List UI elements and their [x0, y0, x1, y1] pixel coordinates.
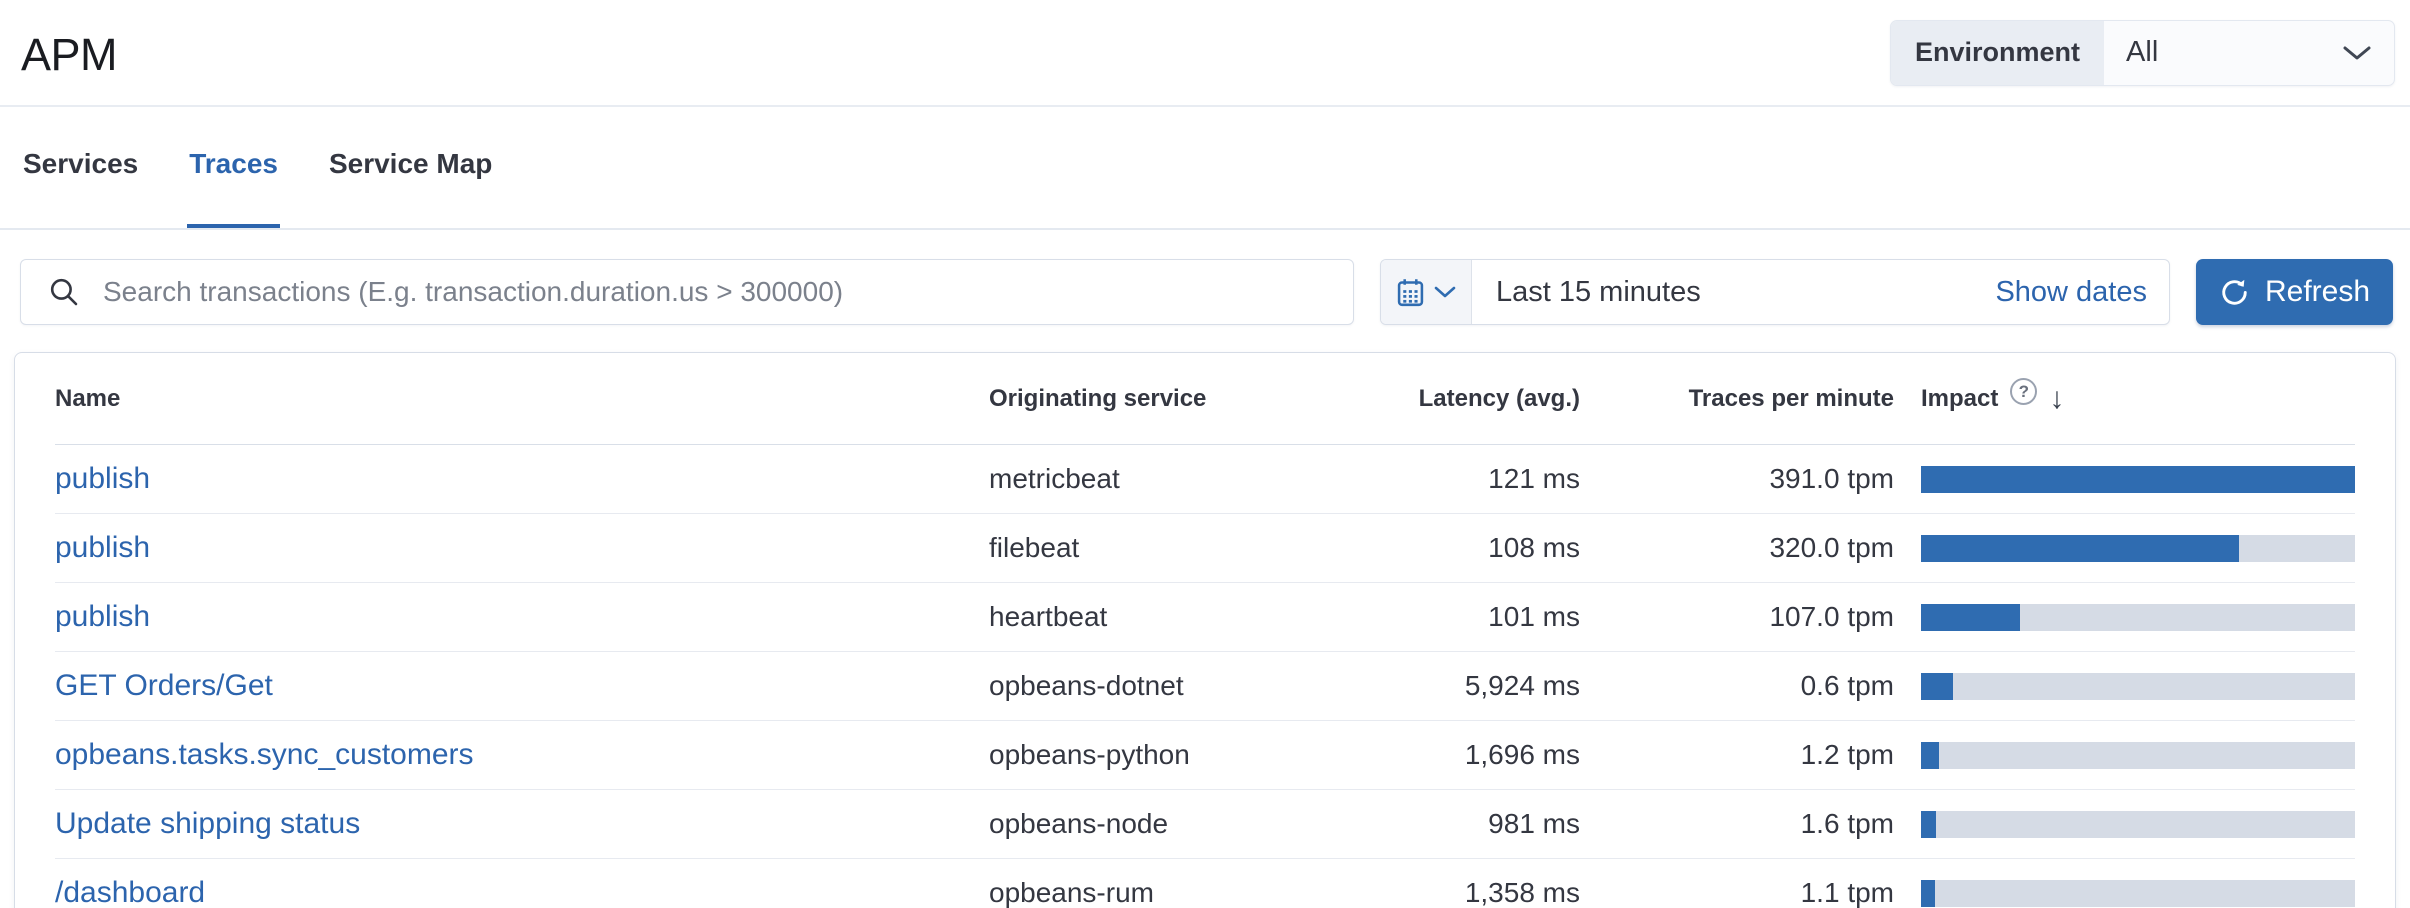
impact-cell — [1894, 535, 2355, 562]
column-header-name: Name — [55, 385, 989, 413]
tpm-cell: 1.2 tpm — [1580, 739, 1894, 771]
table-header: Name Originating service Latency (avg.) … — [55, 353, 2355, 445]
refresh-button-label: Refresh — [2265, 275, 2370, 309]
table-row: /dashboard opbeans-rum 1,358 ms 1.1 tpm — [55, 859, 2355, 908]
table-row: publish heartbeat 101 ms 107.0 tpm — [55, 583, 2355, 652]
column-header-impact[interactable]: Impact ? ↓ — [1894, 384, 2355, 414]
transaction-link[interactable]: /dashboard — [55, 876, 205, 908]
tpm-cell: 1.6 tpm — [1580, 808, 1894, 840]
originating-service-cell: filebeat — [989, 532, 1281, 564]
originating-service-cell: heartbeat — [989, 601, 1281, 633]
latency-cell: 5,924 ms — [1281, 670, 1580, 702]
tab-service-map[interactable]: Service Map — [327, 143, 494, 228]
time-range-picker: Last 15 minutes Show dates — [1380, 259, 2170, 325]
latency-cell: 981 ms — [1281, 808, 1580, 840]
impact-bar-track — [1921, 811, 2355, 838]
chevron-down-icon — [1434, 285, 1456, 299]
tab-traces[interactable]: Traces — [187, 143, 280, 228]
impact-bar-fill — [1921, 535, 2239, 562]
latency-cell: 108 ms — [1281, 532, 1580, 564]
originating-service-cell: opbeans-dotnet — [989, 670, 1281, 702]
originating-service-cell: opbeans-rum — [989, 877, 1281, 908]
tpm-cell: 107.0 tpm — [1580, 601, 1894, 633]
column-header-traces-per-minute: Traces per minute — [1580, 385, 1894, 413]
environment-select-label: Environment — [1891, 21, 2104, 85]
latency-cell: 121 ms — [1281, 463, 1580, 495]
search-icon — [48, 276, 80, 308]
tab-services[interactable]: Services — [21, 143, 140, 228]
impact-cell — [1894, 811, 2355, 838]
show-dates-link[interactable]: Show dates — [1973, 260, 2169, 324]
impact-cell — [1894, 673, 2355, 700]
latency-cell: 1,358 ms — [1281, 877, 1580, 908]
transaction-link[interactable]: opbeans.tasks.sync_customers — [55, 738, 474, 771]
latency-cell: 101 ms — [1281, 601, 1580, 633]
impact-bar-fill — [1921, 742, 1939, 769]
table-body: publish metricbeat 121 ms 391.0 tpm publ… — [55, 445, 2355, 908]
impact-header-label: Impact — [1921, 385, 1998, 413]
search-input[interactable] — [20, 259, 1354, 325]
page-title: APM — [21, 25, 117, 81]
impact-cell — [1894, 880, 2355, 907]
impact-help-icon[interactable]: ? — [2010, 378, 2037, 405]
tpm-cell: 1.1 tpm — [1580, 877, 1894, 908]
impact-bar-track — [1921, 673, 2355, 700]
originating-service-cell: metricbeat — [989, 463, 1281, 495]
chevron-down-icon — [2342, 44, 2372, 62]
impact-cell — [1894, 604, 2355, 631]
impact-bar-track — [1921, 742, 2355, 769]
table-row: publish metricbeat 121 ms 391.0 tpm — [55, 445, 2355, 514]
impact-bar-fill — [1921, 673, 1953, 700]
transaction-link[interactable]: publish — [55, 600, 150, 633]
originating-service-cell: opbeans-node — [989, 808, 1281, 840]
traces-panel: Name Originating service Latency (avg.) … — [14, 352, 2396, 908]
impact-bar-track — [1921, 604, 2355, 631]
page-header: APM Environment All — [0, 0, 2410, 107]
apm-tabs: Services Traces Service Map — [0, 107, 2410, 230]
environment-select-value: All — [2126, 36, 2158, 69]
tpm-cell: 0.6 tpm — [1580, 670, 1894, 702]
impact-bar-track — [1921, 880, 2355, 907]
transaction-link[interactable]: publish — [55, 531, 150, 564]
impact-bar-track — [1921, 466, 2355, 493]
environment-select[interactable]: Environment All — [1890, 20, 2395, 86]
column-header-originating-service: Originating service — [989, 385, 1281, 413]
table-row: publish filebeat 108 ms 320.0 tpm — [55, 514, 2355, 583]
transaction-link[interactable]: publish — [55, 462, 150, 495]
time-range-value[interactable]: Last 15 minutes — [1472, 260, 1973, 324]
sort-desc-icon: ↓ — [2049, 384, 2064, 414]
refresh-icon — [2219, 277, 2250, 308]
quick-select-button[interactable] — [1381, 260, 1472, 324]
transaction-link[interactable]: GET Orders/Get — [55, 669, 273, 702]
latency-cell: 1,696 ms — [1281, 739, 1580, 771]
impact-bar-fill — [1921, 466, 2355, 493]
tpm-cell: 391.0 tpm — [1580, 463, 1894, 495]
tpm-cell: 320.0 tpm — [1580, 532, 1894, 564]
impact-bar-fill — [1921, 880, 1935, 907]
calendar-icon — [1396, 277, 1425, 308]
transaction-link[interactable]: Update shipping status — [55, 807, 360, 840]
impact-bar-fill — [1921, 811, 1936, 838]
impact-bar-fill — [1921, 604, 2020, 631]
refresh-button[interactable]: Refresh — [2196, 259, 2393, 325]
impact-cell — [1894, 466, 2355, 493]
controls-row: Last 15 minutes Show dates Refresh — [20, 259, 2393, 325]
column-header-latency: Latency (avg.) — [1281, 385, 1580, 413]
table-row: Update shipping status opbeans-node 981 … — [55, 790, 2355, 859]
originating-service-cell: opbeans-python — [989, 739, 1281, 771]
impact-bar-track — [1921, 535, 2355, 562]
table-row: GET Orders/Get opbeans-dotnet 5,924 ms 0… — [55, 652, 2355, 721]
table-row: opbeans.tasks.sync_customers opbeans-pyt… — [55, 721, 2355, 790]
impact-cell — [1894, 742, 2355, 769]
